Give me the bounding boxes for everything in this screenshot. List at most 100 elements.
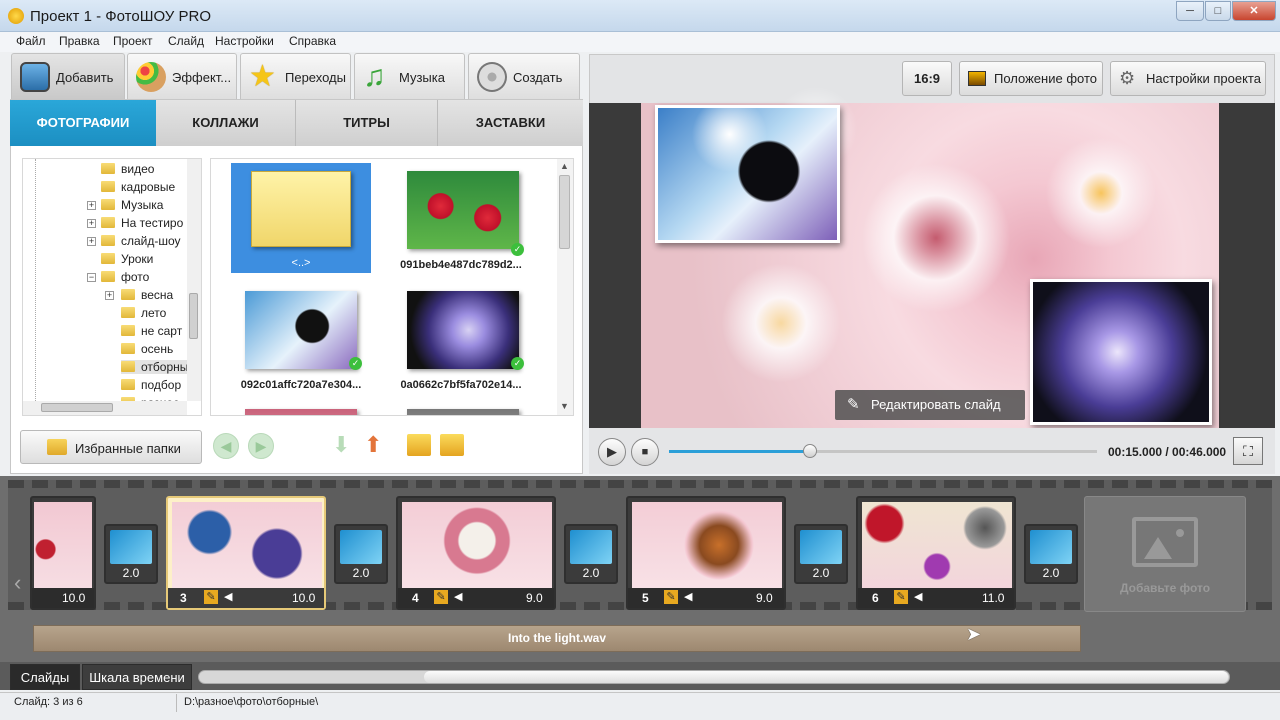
speaker-icon[interactable]: ◀ <box>454 590 462 603</box>
tree-item-selected[interactable]: отборны <box>121 360 189 374</box>
transition-thumb[interactable]: 2.0 <box>334 524 388 584</box>
tree-item[interactable]: Музыка <box>101 198 163 212</box>
file-item-parent[interactable]: <..> <box>231 163 371 273</box>
transition-thumb[interactable]: 2.0 <box>104 524 158 584</box>
file-item[interactable] <box>391 401 531 415</box>
menu-edit[interactable]: Правка <box>59 34 100 48</box>
tab-transitions[interactable]: ★ Переходы <box>240 53 351 99</box>
menu-file[interactable]: Файл <box>16 34 46 48</box>
transition-thumb[interactable]: 2.0 <box>794 524 848 584</box>
tab-music-label: Музыка <box>399 70 445 85</box>
transition-icon <box>110 530 152 564</box>
tab-add[interactable]: Добавить <box>11 53 125 99</box>
speaker-icon[interactable]: ◀ <box>914 590 922 603</box>
transition-thumb[interactable]: 2.0 <box>564 524 618 584</box>
timeline-scroll-thumb[interactable] <box>424 671 1228 683</box>
tree-hscroll[interactable] <box>23 401 187 415</box>
folder-down-icon[interactable] <box>407 434 431 456</box>
tab-music[interactable]: ♫ Музыка <box>354 53 465 99</box>
menu-settings[interactable]: Настройки <box>215 34 274 48</box>
tree-item[interactable]: На тестиро <box>101 216 183 230</box>
tree-item[interactable]: видео <box>101 162 154 176</box>
folder-icon <box>121 325 135 336</box>
slide-thumb[interactable]: 5 ✎ ◀ 9.0 <box>626 496 786 610</box>
subtab-titles[interactable]: ТИТРЫ <box>296 100 438 146</box>
folder-tree[interactable]: видео кадровые + Музыка + На тестиро + с… <box>22 158 202 416</box>
down-arrow-icon[interactable]: ⬇ <box>332 432 350 458</box>
close-button[interactable]: ✕ <box>1232 1 1276 21</box>
file-item[interactable] <box>231 401 371 415</box>
tree-item[interactable]: осень <box>121 342 173 356</box>
photo-thumbnail <box>407 409 519 415</box>
fullscreen-icon[interactable]: ⛶ <box>1233 437 1263 465</box>
grid-vscroll[interactable]: ▲ ▼ <box>557 159 573 415</box>
favorite-folders-button[interactable]: Избранные папки <box>20 430 202 464</box>
tree-item[interactable]: весна <box>121 288 173 302</box>
tree-item[interactable]: лето <box>121 306 166 320</box>
expand-icon[interactable]: + <box>105 291 114 300</box>
tree-vscroll[interactable] <box>187 159 201 401</box>
menu-help[interactable]: Справка <box>289 34 336 48</box>
expand-icon[interactable]: + <box>87 201 96 210</box>
tree-hscroll-thumb[interactable] <box>41 403 113 412</box>
menu-slide[interactable]: Слайд <box>168 34 204 48</box>
speaker-icon[interactable]: ◀ <box>684 590 692 603</box>
slide-thumb[interactable]: 6 ✎ ◀ 11.0 <box>856 496 1016 610</box>
file-item[interactable]: ✓ 0a0662c7bf5fa702e14... <box>391 283 531 393</box>
expand-icon[interactable]: + <box>87 219 96 228</box>
expand-icon[interactable]: + <box>87 237 96 246</box>
tree-item[interactable]: подбор <box>121 378 181 392</box>
slide-photo-flower[interactable] <box>1030 279 1212 425</box>
minimize-button[interactable]: ─ <box>1176 1 1204 21</box>
aspect-ratio-button[interactable]: 16:9 <box>902 61 952 96</box>
stop-button[interactable]: ■ <box>631 438 659 466</box>
file-item[interactable]: ✓ 091beb4e487dc789d2... <box>391 163 531 273</box>
photo-position-button[interactable]: Положение фото <box>959 61 1103 96</box>
favorite-folders-label: Избранные папки <box>75 441 181 456</box>
file-grid[interactable]: <..> ✓ 091beb4e487dc789d2... ✓ 092c01aff… <box>210 158 574 416</box>
collapse-icon[interactable]: − <box>87 273 96 282</box>
slide-thumb[interactable]: 10.0 <box>30 496 96 610</box>
tree-item[interactable]: кадровые <box>101 180 175 194</box>
folder-home-icon[interactable] <box>440 434 464 456</box>
pencil-icon[interactable]: ✎ <box>204 590 218 604</box>
subtab-collages[interactable]: КОЛЛАЖИ <box>156 100 296 146</box>
folder-star-icon <box>47 439 67 455</box>
tree-item[interactable]: Уроки <box>101 252 153 266</box>
maximize-button[interactable]: □ <box>1205 1 1231 21</box>
forward-icon[interactable]: ▶ <box>248 433 274 459</box>
slide-image <box>34 502 92 588</box>
slide-photo-cat[interactable] <box>655 105 840 243</box>
tree-vscroll-thumb[interactable] <box>189 293 198 339</box>
pencil-icon[interactable]: ✎ <box>434 590 448 604</box>
menu-project[interactable]: Проект <box>113 34 153 48</box>
tab-timeline[interactable]: Шкала времени <box>82 664 192 690</box>
tab-create[interactable]: Создать <box>468 53 580 99</box>
speaker-icon[interactable]: ◀ <box>224 590 232 603</box>
tree-item[interactable]: слайд-шоу <box>101 234 181 248</box>
seek-track[interactable] <box>669 450 1097 453</box>
grid-vscroll-thumb[interactable] <box>559 175 570 249</box>
pencil-icon[interactable]: ✎ <box>894 590 908 604</box>
pencil-icon[interactable]: ✎ <box>664 590 678 604</box>
back-icon[interactable]: ◀ <box>213 433 239 459</box>
tab-slides[interactable]: Слайды <box>10 664 80 690</box>
slide-thumb[interactable]: 4 ✎ ◀ 9.0 <box>396 496 556 610</box>
file-item[interactable]: ✓ 092c01affc720a7e304... <box>231 283 371 393</box>
play-button[interactable]: ▶ <box>598 438 626 466</box>
tab-effects[interactable]: Эффект... <box>127 53 237 99</box>
tree-item[interactable]: фото <box>101 270 149 284</box>
audio-track[interactable]: Into the light.wav <box>33 625 1081 652</box>
project-settings-button[interactable]: ⚙ Настройки проекта <box>1110 61 1266 96</box>
add-photo-placeholder[interactable]: Добавьте фото <box>1084 496 1246 612</box>
subtab-intros[interactable]: ЗАСТАВКИ <box>438 100 583 146</box>
slide-thumb-active[interactable]: 3 ✎ ◀ 10.0 <box>166 496 326 610</box>
check-icon: ✓ <box>349 357 362 370</box>
edit-slide-button[interactable]: ✎ Редактировать слайд <box>835 390 1025 420</box>
up-folder-icon[interactable]: ⬆ <box>364 432 382 458</box>
transition-thumb[interactable]: 2.0 <box>1024 524 1078 584</box>
photo-position-label: Положение фото <box>994 71 1097 86</box>
subtab-photos[interactable]: ФОТОГРАФИИ <box>10 100 156 146</box>
scroll-left-icon[interactable]: ‹ <box>14 570 21 596</box>
tree-item[interactable]: не сарт <box>121 324 182 338</box>
